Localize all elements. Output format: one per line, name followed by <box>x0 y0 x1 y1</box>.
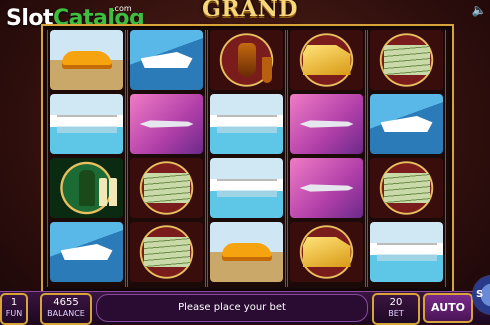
lines-value: 1 <box>10 297 18 308</box>
symbol-gold <box>290 30 363 90</box>
symbol-cognac <box>210 30 283 90</box>
yacht-icon <box>140 52 193 68</box>
jet-icon <box>139 120 194 128</box>
symbol-yacht <box>50 222 123 282</box>
symbol-yacht <box>370 94 443 154</box>
money-icon <box>383 45 430 75</box>
bet-button[interactable]: 20 BET <box>372 293 420 325</box>
status-message: Please place your bet <box>96 294 368 322</box>
reels-grid <box>41 24 454 293</box>
symbol-champagne <box>50 158 123 218</box>
pool-icon <box>216 179 277 197</box>
speaker-icon[interactable]: 🔈 <box>470 2 488 18</box>
car-icon <box>61 51 112 69</box>
symbol-money <box>370 158 443 218</box>
yacht-icon <box>60 244 113 260</box>
bet-label: BET <box>388 309 404 318</box>
jet-icon <box>299 120 354 128</box>
money-icon <box>143 237 190 267</box>
balance-value: 4655 <box>53 297 79 308</box>
symbol-jet <box>130 94 203 154</box>
balance-display: 4655 BALANCE <box>40 293 92 325</box>
champagne-icon <box>78 170 95 206</box>
balance-label: BALANCE <box>47 309 85 318</box>
reel-5 <box>367 30 446 287</box>
auto-button[interactable]: AUTO <box>423 293 473 323</box>
reel-2 <box>127 30 206 287</box>
reel-3 <box>207 30 286 287</box>
reel-4 <box>287 30 366 287</box>
gold-icon <box>302 45 351 75</box>
symbol-yacht <box>130 30 203 90</box>
pool-icon <box>216 115 277 133</box>
money-icon <box>143 173 190 203</box>
cognac-icon <box>237 43 256 77</box>
symbol-pool <box>370 222 443 282</box>
lines-button[interactable]: 1 FUN <box>0 293 28 325</box>
yacht-icon <box>380 116 433 132</box>
symbol-jet <box>290 158 363 218</box>
symbol-pool <box>210 158 283 218</box>
reel-1 <box>47 30 126 287</box>
symbol-money <box>370 30 443 90</box>
symbol-money <box>130 158 203 218</box>
car-icon <box>221 243 272 261</box>
symbol-car <box>210 222 283 282</box>
symbol-jet <box>290 94 363 154</box>
symbol-car <box>50 30 123 90</box>
symbol-pool <box>210 94 283 154</box>
jet-icon <box>299 184 354 192</box>
symbol-pool <box>50 94 123 154</box>
money-icon <box>383 173 430 203</box>
watermark-logo-suffix: .com <box>112 4 132 13</box>
gold-icon <box>302 237 351 267</box>
lines-label: FUN <box>5 309 23 318</box>
pool-icon <box>56 115 117 133</box>
pool-icon <box>376 243 437 261</box>
symbol-gold <box>290 222 363 282</box>
bet-value: 20 <box>389 297 403 308</box>
symbol-money <box>130 222 203 282</box>
